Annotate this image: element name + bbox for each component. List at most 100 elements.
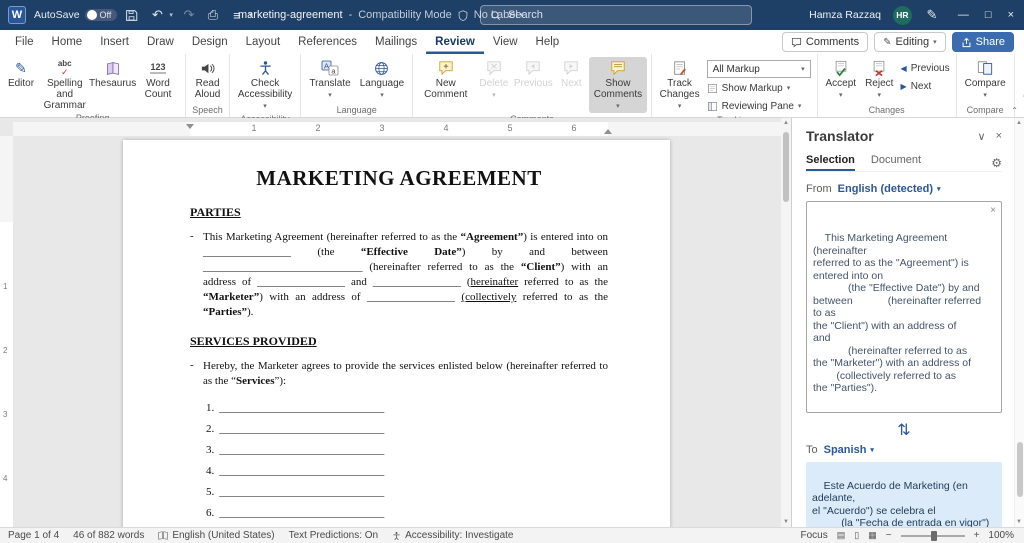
parties-heading[interactable]: PARTIES	[190, 205, 608, 220]
share-button[interactable]: Share	[952, 32, 1014, 52]
translate-button[interactable]: Aa Translate ▾	[305, 57, 355, 102]
tab-mailings[interactable]: Mailings	[366, 30, 426, 54]
tab-file[interactable]: File	[6, 30, 43, 54]
tab-selection[interactable]: Selection	[806, 154, 855, 171]
user-name[interactable]: Hamza Razzaq	[809, 9, 881, 21]
reject-button[interactable]: Reject ▾	[861, 57, 898, 102]
undo-icon[interactable]: ↶	[149, 7, 165, 23]
compare-icon	[977, 58, 993, 78]
autosave-control[interactable]: AutoSave Off	[34, 9, 117, 21]
source-text-box[interactable]: × This Marketing Agreement (hereinafter …	[806, 201, 1002, 413]
zoom-slider-thumb[interactable]	[931, 531, 937, 541]
minimize-button[interactable]: —	[958, 9, 969, 21]
editing-mode-button[interactable]: ✎ Editing ▾	[874, 32, 946, 52]
new-comment-button[interactable]: New Comment	[417, 57, 474, 101]
search-box[interactable]: Search	[480, 5, 752, 25]
text-predictions-indicator[interactable]: Text Predictions: On	[289, 530, 378, 541]
tab-home[interactable]: Home	[43, 30, 92, 54]
document-scrollbar[interactable]: ▲ ▼	[781, 118, 791, 527]
indent-marker-right[interactable]	[604, 129, 612, 134]
scroll-down-icon[interactable]: ▼	[781, 517, 791, 527]
from-language-dropdown[interactable]: English (detected)▾	[838, 183, 941, 195]
next-change-button[interactable]: ▶ Next	[901, 78, 950, 94]
panel-close-icon[interactable]: ×	[996, 130, 1002, 143]
zoom-in-icon[interactable]: +	[974, 530, 980, 541]
parties-paragraph[interactable]: - This Marketing Agreement (hereinafter …	[190, 230, 608, 320]
accept-button[interactable]: Accept ▾	[822, 57, 860, 102]
thesaurus-button[interactable]: Thesaurus	[91, 57, 133, 90]
list-item[interactable]: 5.______________________________	[206, 477, 608, 498]
previous-change-icon: ◀	[901, 64, 907, 73]
document-page[interactable]: MARKETING AGREEMENT PARTIES - This Marke…	[123, 140, 670, 527]
compare-button[interactable]: Compare ▾	[961, 57, 1010, 102]
panel-options-icon[interactable]: ∨	[978, 130, 986, 143]
zoom-slider[interactable]	[901, 535, 965, 537]
scrollbar-thumb[interactable]	[783, 132, 789, 202]
markup-dropdown[interactable]: All Markup ▾	[707, 60, 811, 78]
to-language-dropdown[interactable]: Spanish▾	[824, 444, 874, 456]
language-button[interactable]: Language ▾	[356, 57, 408, 102]
collapse-ribbon-icon[interactable]: ⌃	[1011, 106, 1018, 115]
document-heading[interactable]: MARKETING AGREEMENT	[190, 166, 608, 191]
editor-button[interactable]: ✎ Editor	[4, 57, 38, 90]
autosave-toggle[interactable]: Off	[85, 9, 118, 21]
tab-document[interactable]: Document	[871, 154, 921, 171]
panel-scroll-down-icon[interactable]: ▼	[1014, 517, 1024, 527]
swap-languages-icon[interactable]: ⇅	[806, 420, 1002, 440]
word-count-indicator[interactable]: 46 of 882 words	[73, 530, 144, 541]
language-indicator[interactable]: English (United States)	[158, 530, 274, 541]
comments-button[interactable]: Comments	[782, 32, 868, 52]
tab-layout[interactable]: Layout	[237, 30, 290, 54]
tab-help[interactable]: Help	[527, 30, 569, 54]
show-markup-button[interactable]: Show Markup ▾	[707, 80, 811, 96]
close-button[interactable]: ×	[1008, 9, 1014, 21]
document-canvas[interactable]: 1 2 3 4 5 6 1 2 3 4 MARKETING AGREEMENT …	[0, 118, 791, 527]
list-item[interactable]: 3.______________________________	[206, 435, 608, 456]
pen-mode-icon[interactable]: ✎	[924, 7, 940, 23]
panel-scrollbar[interactable]: ▲ ▼	[1014, 118, 1024, 527]
list-item[interactable]: 4.______________________________	[206, 456, 608, 477]
translator-settings-icon[interactable]: ⚙	[991, 156, 1002, 170]
accessibility-indicator[interactable]: Accessibility: Investigate	[392, 530, 513, 541]
list-item[interactable]: 2.______________________________	[206, 414, 608, 435]
services-heading[interactable]: SERVICES PROVIDED	[190, 334, 608, 349]
quick-access-icon[interactable]: ⎙	[205, 7, 221, 23]
track-changes-button[interactable]: Track Changes ▾	[656, 57, 704, 113]
zoom-out-icon[interactable]: −	[886, 530, 892, 541]
tab-design[interactable]: Design	[183, 30, 237, 54]
avatar[interactable]: HR	[893, 6, 912, 25]
web-layout-icon[interactable]: ▦	[868, 530, 877, 541]
read-mode-icon[interactable]: ▤	[837, 530, 846, 541]
tab-insert[interactable]: Insert	[91, 30, 138, 54]
previous-change-button[interactable]: ◀ Previous	[901, 60, 950, 76]
list-item[interactable]: 7.______________________________	[206, 519, 608, 527]
zoom-level[interactable]: 100%	[988, 530, 1014, 541]
scroll-up-icon[interactable]: ▲	[781, 118, 791, 128]
tab-review[interactable]: Review	[426, 30, 484, 54]
word-logo-icon[interactable]: W	[8, 6, 26, 24]
page-indicator[interactable]: Page 1 of 4	[8, 530, 59, 541]
tab-references[interactable]: References	[289, 30, 366, 54]
reviewing-pane-button[interactable]: Reviewing Pane ▾	[707, 98, 811, 114]
indent-marker-left[interactable]	[186, 124, 194, 129]
check-accessibility-button[interactable]: Check Accessibility ▾	[234, 57, 296, 113]
word-count-button[interactable]: 123 Word Count	[135, 57, 182, 101]
panel-scroll-up-icon[interactable]: ▲	[1014, 118, 1024, 128]
list-item[interactable]: 1.______________________________	[206, 393, 608, 414]
panel-scrollbar-thumb[interactable]	[1017, 442, 1023, 497]
print-layout-icon[interactable]: ▯	[854, 530, 859, 541]
focus-button[interactable]: Focus	[801, 530, 828, 541]
restore-button[interactable]: □	[985, 9, 992, 21]
undo-dropdown-icon[interactable]: ▾	[169, 11, 173, 19]
list-item[interactable]: 6.______________________________	[206, 498, 608, 519]
translated-text-box[interactable]: Este Acuerdo de Marketing (en adelante, …	[806, 462, 1002, 527]
show-comments-button[interactable]: Show Comments ▾	[589, 57, 646, 113]
services-paragraph[interactable]: - Hereby, the Marketer agrees to provide…	[190, 359, 608, 389]
save-icon[interactable]	[125, 9, 141, 22]
clear-source-icon[interactable]: ×	[990, 205, 996, 218]
spelling-grammar-button[interactable]: abc✓ Spelling and Grammar	[39, 57, 90, 112]
ribbon-group-proofing: ✎ Editor abc✓ Spelling and Grammar Thesa…	[0, 54, 186, 117]
read-aloud-button[interactable]: Read Aloud	[190, 57, 225, 101]
tab-view[interactable]: View	[484, 30, 527, 54]
tab-draw[interactable]: Draw	[138, 30, 183, 54]
